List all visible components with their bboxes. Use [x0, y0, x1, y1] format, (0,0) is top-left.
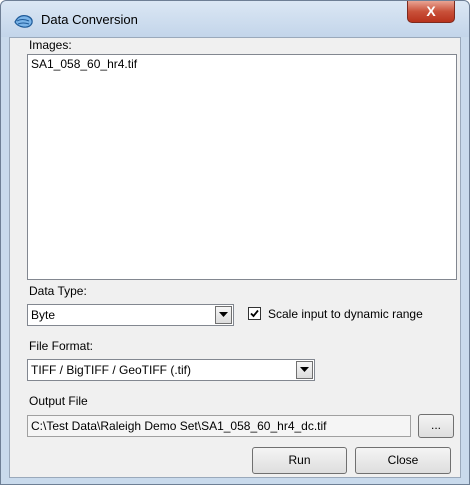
- scale-input-checkbox[interactable]: [248, 307, 261, 320]
- chevron-down-icon[interactable]: [215, 306, 232, 324]
- chevron-down-icon[interactable]: [296, 361, 313, 379]
- run-button[interactable]: Run: [252, 447, 347, 474]
- browse-button[interactable]: ...: [418, 414, 454, 438]
- checkmark-icon: [250, 309, 259, 318]
- title-bar[interactable]: Data Conversion X: [1, 1, 469, 37]
- data-type-select[interactable]: Byte: [27, 304, 234, 326]
- images-label: Images:: [29, 38, 72, 52]
- scale-input-label[interactable]: Scale input to dynamic range: [268, 307, 423, 321]
- data-type-label: Data Type:: [29, 284, 87, 298]
- images-listbox[interactable]: SA1_058_60_hr4.tif: [27, 54, 457, 280]
- close-icon: X: [426, 3, 436, 19]
- window-title: Data Conversion: [41, 12, 138, 27]
- close-button[interactable]: Close: [355, 447, 451, 474]
- app-icon: [14, 15, 33, 28]
- output-file-label: Output File: [29, 394, 88, 408]
- file-format-label: File Format:: [29, 339, 94, 353]
- window-close-button[interactable]: X: [407, 1, 455, 23]
- list-item[interactable]: SA1_058_60_hr4.tif: [31, 57, 453, 72]
- file-format-value: TIFF / BigTIFF / GeoTIFF (.tif): [31, 363, 191, 377]
- data-conversion-window: Data Conversion X Images: SA1_058_60_hr4…: [0, 0, 470, 485]
- output-file-field[interactable]: C:\Test Data\Raleigh Demo Set\SA1_058_60…: [27, 415, 411, 437]
- output-file-value: C:\Test Data\Raleigh Demo Set\SA1_058_60…: [31, 419, 327, 433]
- data-type-value: Byte: [31, 308, 56, 322]
- file-format-select[interactable]: TIFF / BigTIFF / GeoTIFF (.tif): [27, 359, 315, 381]
